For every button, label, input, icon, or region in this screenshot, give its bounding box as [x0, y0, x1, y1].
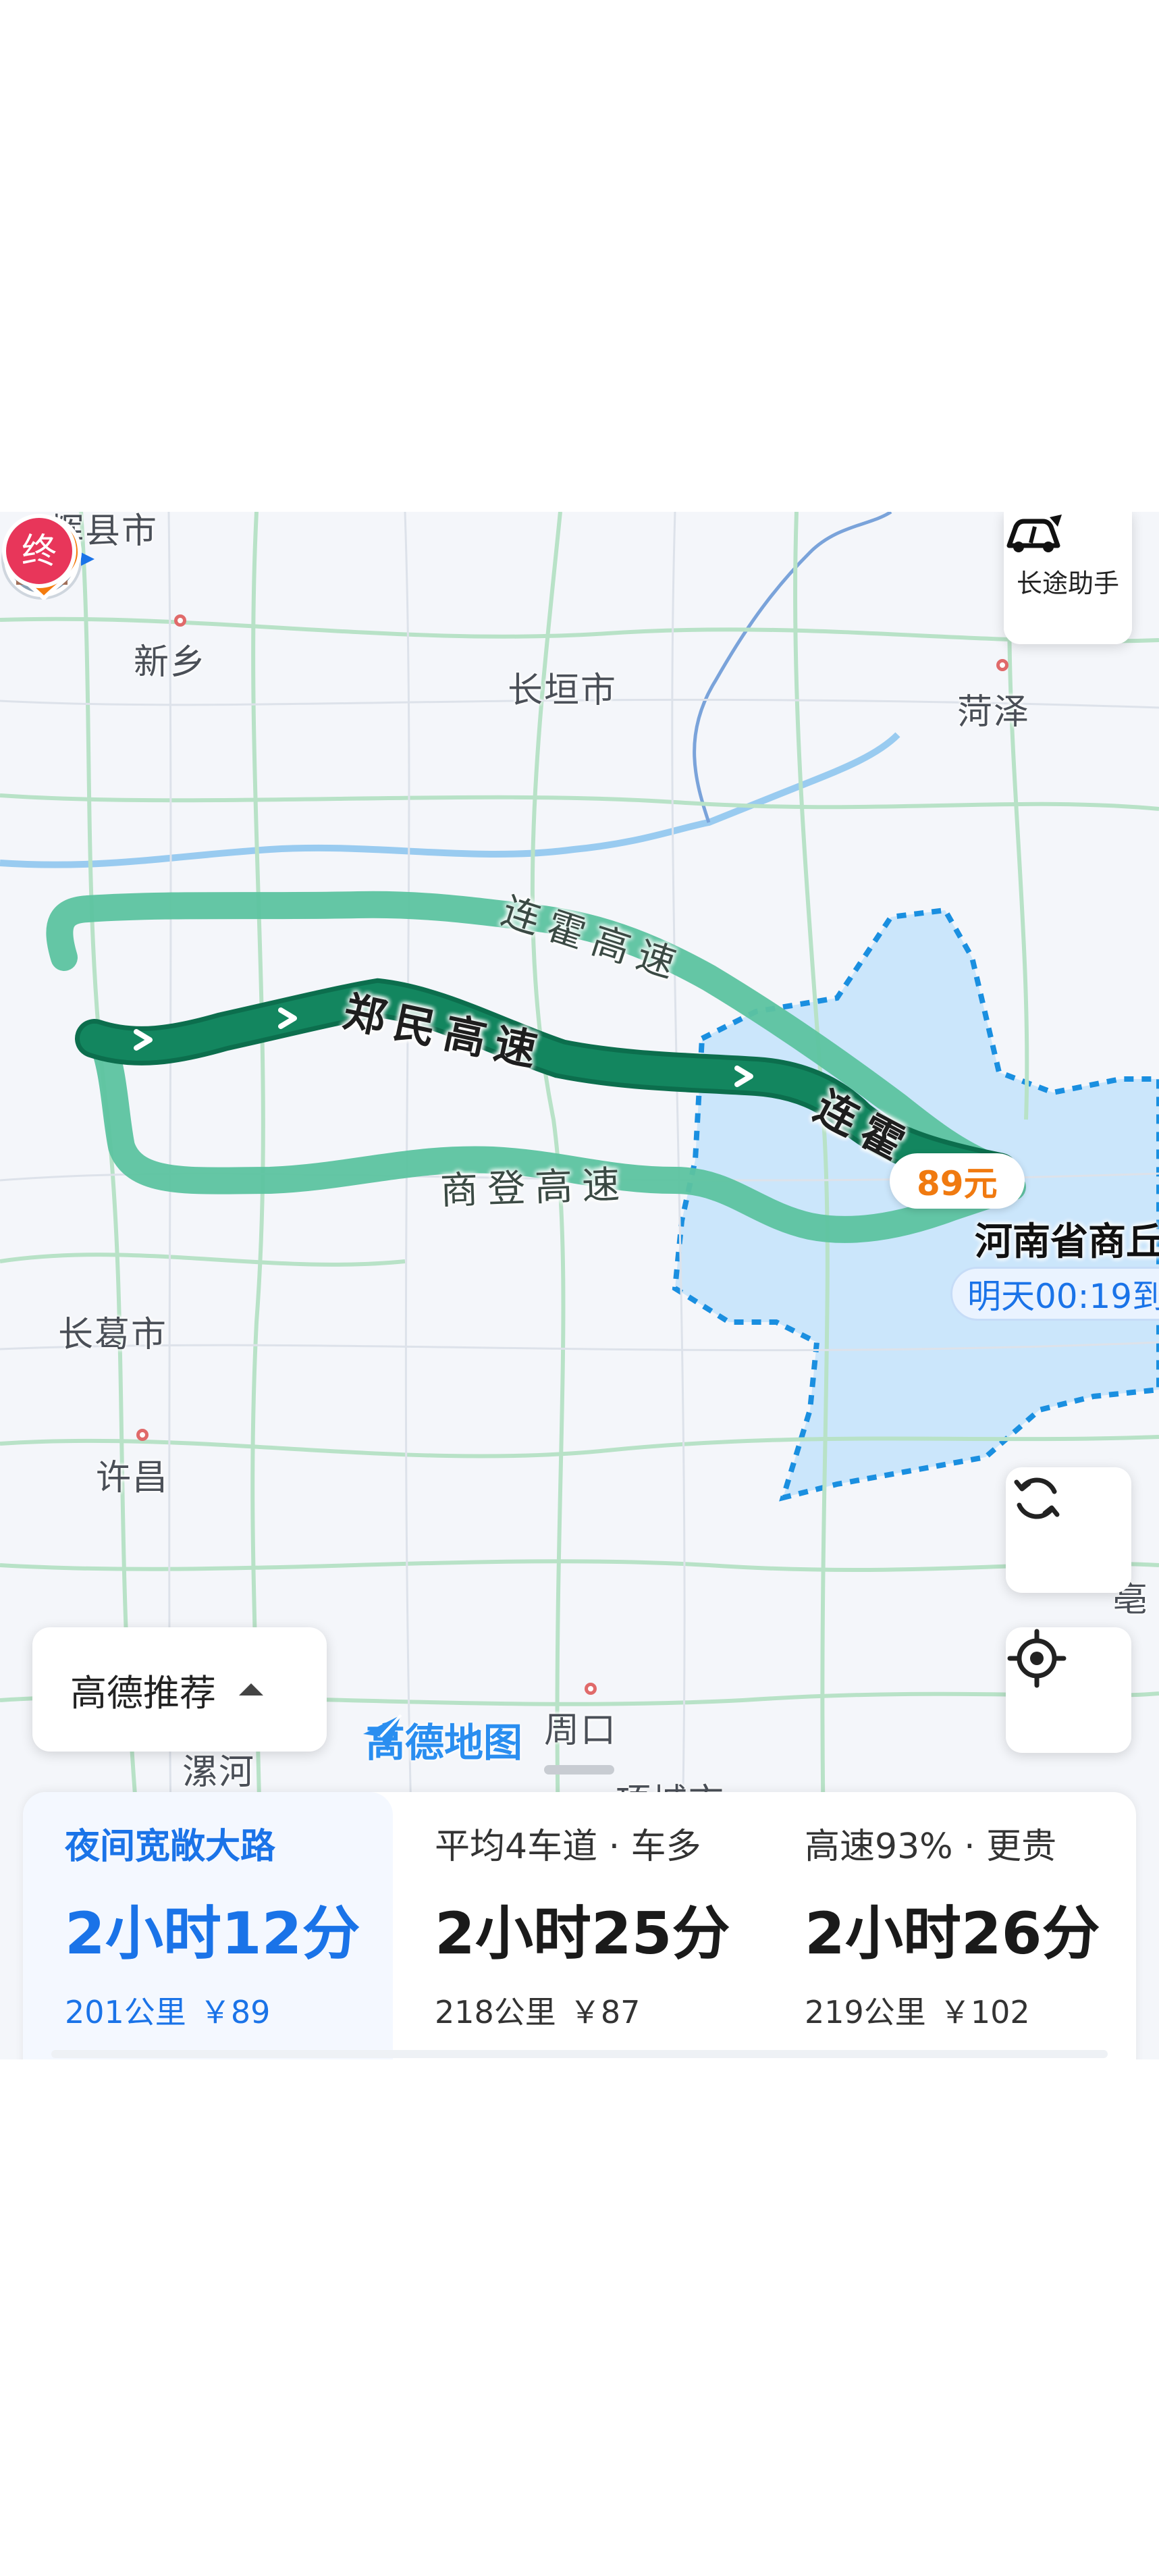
- route-options-panel: 夜间宽敞大路 2小时12分 201公里 ￥89 平均4车道 · 车多 2小时25分…: [0, 1792, 1159, 2059]
- route-meta: 201公里 ￥89: [65, 1988, 393, 2032]
- arrival-time-pill: 明天00:19到: [950, 1267, 1159, 1321]
- destination-end-badge-icon: 终: [2, 514, 76, 588]
- refresh-button[interactable]: [1006, 1467, 1131, 1593]
- route-preference-label: 高德推荐: [70, 1671, 216, 1714]
- road-label-shangdeng: 商登高速: [439, 1163, 630, 1213]
- route-duration: 2小时25分: [435, 1900, 730, 1968]
- route-duration: 2小时26分: [805, 1900, 1100, 1968]
- city-label: 周口: [544, 1710, 618, 1751]
- route-tag: 夜间宽敞大路: [65, 1826, 276, 1867]
- city-dot: [174, 614, 186, 627]
- city-dot: [996, 659, 1008, 671]
- route-distance: 218公里: [435, 1994, 556, 2030]
- route-option-3[interactable]: 高速93% · 更贵 2小时26分 219公里 ￥102: [763, 1792, 1133, 2059]
- city-dot: [585, 1683, 597, 1695]
- arrival-time-text: 明天00:19到: [967, 1277, 1159, 1316]
- route-toll: ￥102: [939, 1994, 1030, 2030]
- toll-price-tag[interactable]: 89元: [890, 1153, 1025, 1209]
- city-dot: [136, 1429, 149, 1441]
- locate-icon: [1007, 1629, 1067, 1688]
- map-screen: 辉县市 新乡 长垣市 菏泽 长葛市 许昌 漯河 周口 项城市 亳 连霍高速 郑民…: [0, 512, 1159, 2059]
- city-label: 长垣市: [508, 671, 618, 711]
- route-distance: 219公里: [805, 1994, 926, 2030]
- route-preference-dropdown[interactable]: 高德推荐: [32, 1627, 327, 1752]
- map-watermark: 高德地图: [358, 1711, 522, 1768]
- route-meta: 219公里 ￥102: [805, 1988, 1133, 2032]
- route-meta: 218公里 ￥87: [435, 1988, 763, 2032]
- route-toll: ￥89: [199, 1994, 271, 2030]
- city-label: 许昌: [96, 1458, 169, 1498]
- city-label: 新乡: [134, 642, 207, 683]
- amap-logo-icon: [363, 1714, 402, 1752]
- locate-me-button[interactable]: [1006, 1627, 1131, 1753]
- assistant-label: 长途助手: [1016, 568, 1119, 598]
- route-distance: 201公里: [65, 1994, 186, 2030]
- toll-price-text: 89元: [917, 1164, 998, 1203]
- panel-divider: [51, 2050, 1108, 2058]
- car-route-icon: [1006, 515, 1062, 552]
- caret-up-icon: [239, 1683, 263, 1696]
- route-duration: 2小时12分: [65, 1900, 360, 1968]
- route-option-2[interactable]: 平均4车道 · 车多 2小时25分 218公里 ￥87: [393, 1792, 763, 2059]
- route-tag: 高速93% · 更贵: [805, 1826, 1057, 1867]
- destination-name: 河南省商丘: [975, 1220, 1159, 1264]
- route-toll: ￥87: [569, 1994, 641, 2030]
- sheet-drag-handle[interactable]: [544, 1765, 614, 1775]
- route-tag: 平均4车道 · 车多: [435, 1826, 701, 1867]
- long-trip-assistant-button[interactable]: 长途助手: [1004, 512, 1132, 644]
- route-option-1[interactable]: 夜间宽敞大路 2小时12分 201公里 ￥89: [23, 1792, 393, 2059]
- refresh-icon: [1014, 1477, 1060, 1519]
- city-label: 长葛市: [58, 1315, 168, 1355]
- end-badge-text: 终: [22, 531, 57, 572]
- city-label: 菏泽: [957, 692, 1031, 733]
